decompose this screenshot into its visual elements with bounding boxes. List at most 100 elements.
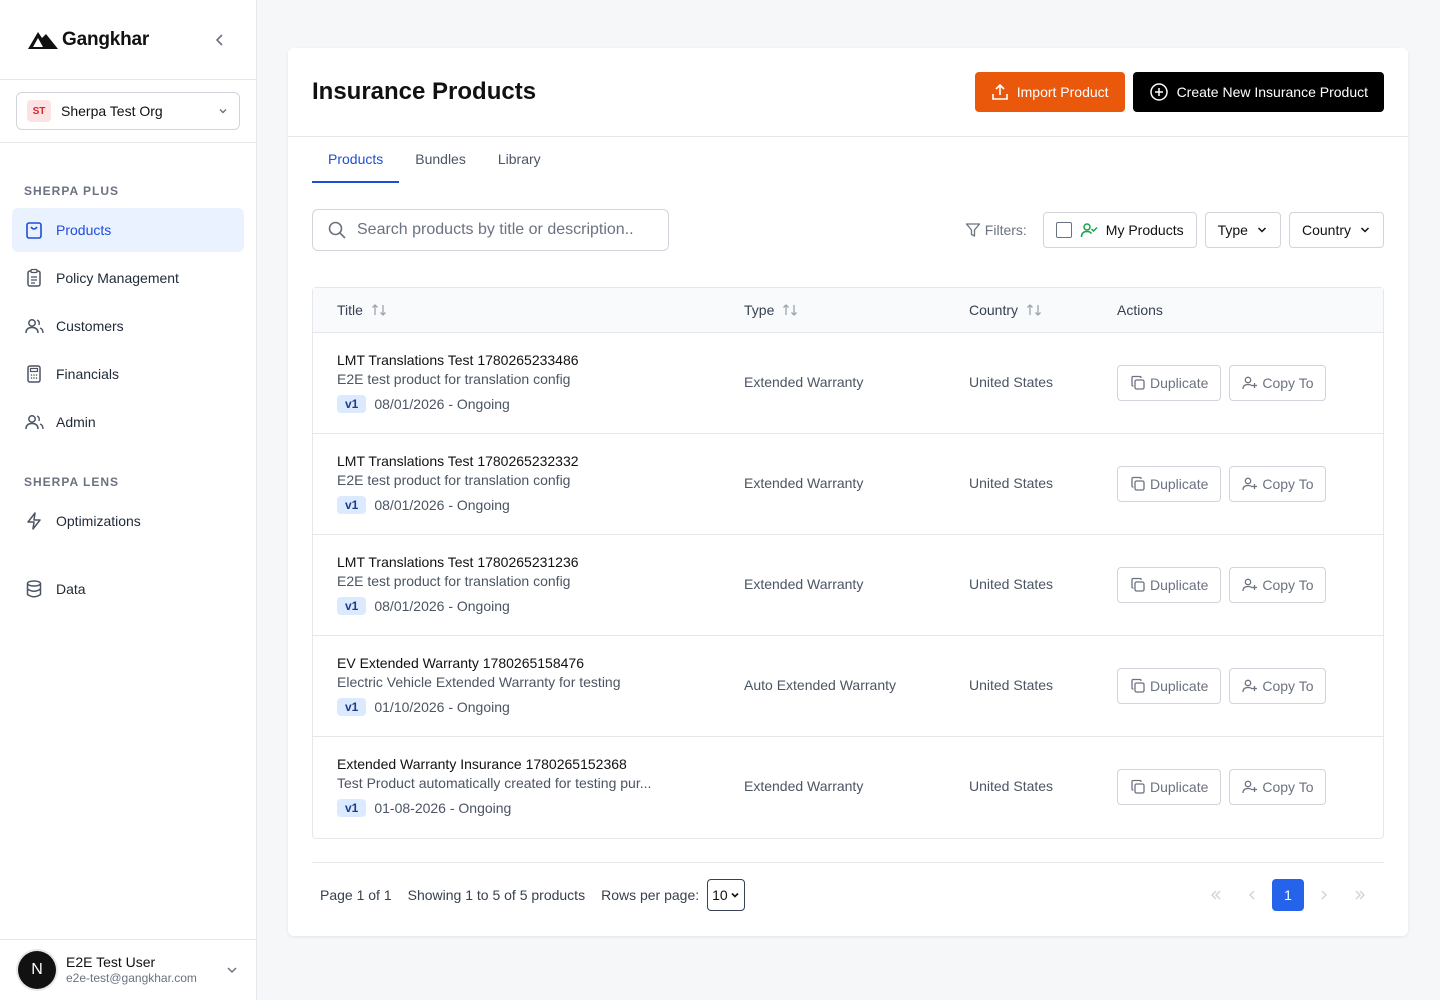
sidebar-item-customers[interactable]: Customers (12, 304, 244, 348)
sidebar-item-label: Financials (56, 366, 120, 382)
next-page-button[interactable] (1308, 879, 1340, 911)
section-label-sherpa-plus: SHERPA PLUS (24, 184, 120, 198)
last-page-button[interactable] (1344, 879, 1376, 911)
filters: Filters: My Products Type Country (965, 212, 1384, 248)
prev-page-button[interactable] (1236, 879, 1268, 911)
page-button-current[interactable]: 1 (1272, 878, 1304, 911)
import-product-button[interactable]: Import Product (974, 72, 1125, 112)
duplicate-button[interactable]: Duplicate (1117, 365, 1222, 401)
product-country: United States (969, 576, 1054, 592)
mountain-logo-icon (28, 31, 58, 49)
duplicate-label: Duplicate (1150, 375, 1209, 391)
country-filter-dropdown[interactable]: Country (1288, 212, 1384, 248)
sidebar: Gangkhar ST Sherpa Test Org SHERPA PLUS … (0, 0, 257, 1000)
product-meta: v1 01/10/2026 - Ongoing (337, 698, 621, 716)
product-title[interactable]: EV Extended Warranty 1780265158476 (337, 654, 621, 672)
product-meta: v1 01-08-2026 - Ongoing (337, 799, 651, 817)
user-plus-icon (1242, 376, 1258, 390)
copy-icon (1131, 375, 1145, 390)
copy-to-button[interactable]: Copy To (1229, 466, 1327, 502)
database-icon (26, 580, 42, 598)
my-products-label: My Products (1105, 222, 1184, 238)
col-country-label: Country (969, 302, 1019, 318)
collapse-sidebar-button[interactable] (208, 28, 232, 52)
product-title[interactable]: LMT Translations Test 1780265233486 (337, 351, 579, 369)
filters-label-text: Filters: (984, 222, 1027, 238)
showing-count: Showing 1 to 5 of 5 products (407, 886, 586, 903)
row-actions: Duplicate Copy To (1117, 567, 1327, 603)
sidebar-item-label: Data (56, 581, 86, 597)
my-products-checkbox[interactable] (1055, 222, 1072, 238)
version-badge: v1 (337, 597, 367, 615)
brand-name: Gangkhar (62, 28, 150, 50)
plus-circle-icon (1149, 83, 1168, 101)
my-products-filter[interactable]: My Products (1042, 212, 1197, 248)
type-filter-dropdown[interactable]: Type (1204, 212, 1281, 248)
col-actions-header: Actions (1117, 302, 1163, 318)
toolbar: Filters: My Products Type Country (312, 209, 1384, 251)
sidebar-item-admin[interactable]: Admin (12, 400, 244, 444)
duplicate-label: Duplicate (1150, 577, 1209, 593)
duplicate-button[interactable]: Duplicate (1117, 567, 1222, 603)
product-country: United States (969, 677, 1054, 693)
section-label-sherpa-lens: SHERPA LENS (24, 475, 120, 489)
product-title[interactable]: Extended Warranty Insurance 178026515236… (337, 755, 651, 773)
table-row[interactable]: Extended Warranty Insurance 178026515236… (313, 737, 1383, 838)
copy-to-button[interactable]: Copy To (1229, 365, 1327, 401)
users-icon (25, 319, 44, 334)
col-type-header[interactable]: Type (744, 302, 798, 318)
brand-header: Gangkhar (0, 0, 256, 80)
copy-icon (1131, 678, 1145, 693)
col-country-header[interactable]: Country (969, 302, 1042, 318)
version-badge: v1 (337, 799, 367, 817)
rows-per-page-select[interactable]: 10 (707, 878, 745, 911)
user-menu[interactable]: N E2E Test User e2e-test@gangkhar.com (0, 939, 257, 1000)
product-type: Extended Warranty (744, 475, 864, 491)
copy-to-label: Copy To (1262, 577, 1314, 593)
tab-library[interactable]: Library (482, 137, 557, 183)
sidebar-item-optimizations[interactable]: Optimizations (12, 499, 244, 543)
product-title-cell: LMT Translations Test 1780265233486 E2E … (337, 351, 579, 413)
chevron-right-icon (1321, 890, 1327, 899)
chevron-down-icon (731, 892, 739, 898)
duplicate-button[interactable]: Duplicate (1117, 466, 1222, 502)
page-nav: 1 (1200, 878, 1376, 911)
sidebar-item-financials[interactable]: Financials (12, 352, 244, 396)
product-title[interactable]: LMT Translations Test 1780265231236 (337, 553, 579, 571)
col-actions-label: Actions (1117, 302, 1163, 318)
table-row[interactable]: EV Extended Warranty 1780265158476 Elect… (313, 636, 1383, 737)
copy-to-button[interactable]: Copy To (1229, 769, 1327, 805)
products-table: Title Type Country Actions LMT Translati… (312, 287, 1384, 839)
rows-per-page-value: 10 (712, 886, 728, 903)
copy-to-button[interactable]: Copy To (1229, 567, 1327, 603)
copy-to-label: Copy To (1262, 476, 1314, 492)
product-type: Extended Warranty (744, 778, 864, 794)
tab-bundles[interactable]: Bundles (399, 137, 482, 183)
chevrons-right-icon (1355, 890, 1365, 899)
user-email: e2e-test@gangkhar.com (66, 971, 197, 986)
table-row[interactable]: LMT Translations Test 1780265231236 E2E … (313, 535, 1383, 636)
product-country: United States (969, 778, 1054, 794)
org-selector[interactable]: ST Sherpa Test Org (16, 92, 240, 130)
table-row[interactable]: LMT Translations Test 1780265232332 E2E … (313, 434, 1383, 535)
create-product-button[interactable]: Create New Insurance Product (1132, 72, 1384, 112)
table-row[interactable]: LMT Translations Test 1780265233486 E2E … (313, 333, 1383, 434)
copy-icon (1131, 476, 1145, 491)
sidebar-item-products[interactable]: Products (12, 208, 244, 252)
product-title[interactable]: LMT Translations Test 1780265232332 (337, 452, 579, 470)
page-header: Insurance Products Import Product Create… (288, 48, 1408, 137)
brand-logo[interactable]: Gangkhar (28, 29, 149, 51)
table-header: Title Type Country Actions (313, 288, 1383, 333)
sidebar-item-policy-management[interactable]: Policy Management (12, 256, 244, 300)
first-page-button[interactable] (1200, 879, 1232, 911)
create-product-label: Create New Insurance Product (1176, 84, 1368, 100)
product-meta: v1 08/01/2026 - Ongoing (337, 496, 579, 514)
tab-products[interactable]: Products (312, 137, 400, 183)
duplicate-button[interactable]: Duplicate (1117, 769, 1222, 805)
copy-to-button[interactable]: Copy To (1229, 668, 1327, 704)
sidebar-item-data[interactable]: Data (12, 567, 244, 611)
col-title-header[interactable]: Title (337, 302, 387, 318)
user-plus-icon (1242, 477, 1258, 491)
duplicate-button[interactable]: Duplicate (1117, 668, 1222, 704)
search-input[interactable] (357, 221, 654, 239)
